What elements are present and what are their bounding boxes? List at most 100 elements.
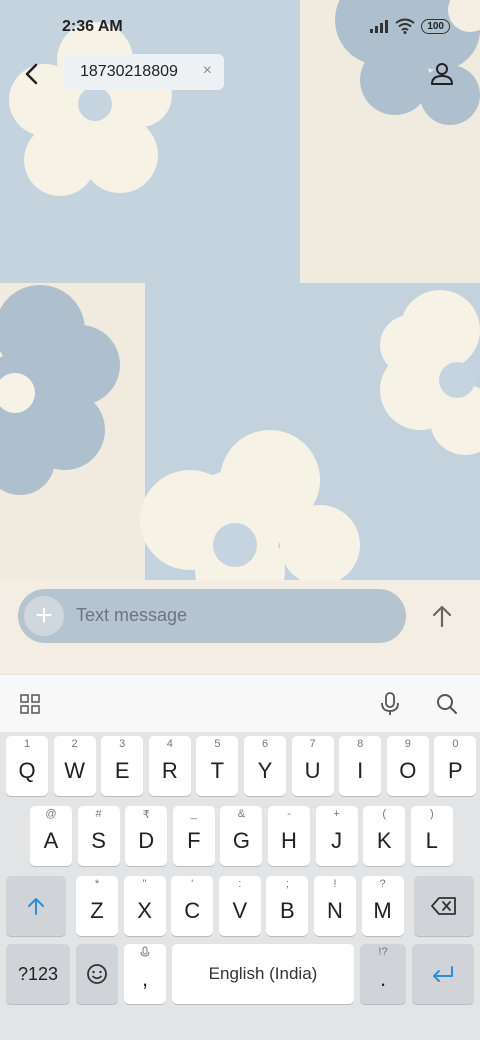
key-label: P xyxy=(448,758,463,783)
key-hint: ; xyxy=(285,878,289,890)
attach-button[interactable]: + xyxy=(24,596,64,636)
key-n[interactable]: ! N xyxy=(314,876,356,936)
symbols-key-label: ?123 xyxy=(17,963,59,984)
search-icon xyxy=(437,694,457,714)
space-key[interactable]: English (India) xyxy=(172,944,354,1004)
key-b[interactable]: ; B xyxy=(266,876,309,936)
compose-area: + Text message xyxy=(0,580,480,674)
key-v[interactable]: :V xyxy=(218,876,261,936)
plus-icon: + xyxy=(35,599,53,632)
key-hint: " xyxy=(142,878,147,890)
key-label: T xyxy=(210,758,225,783)
enter-key[interactable] xyxy=(412,944,474,1004)
backspace-key[interactable] xyxy=(414,876,474,936)
recipient-chip[interactable]: 18730218809 × xyxy=(64,54,224,90)
status-time: 2:36 AM xyxy=(62,18,123,35)
key-p[interactable]: 0P xyxy=(434,736,477,796)
battery-indicator: 100 xyxy=(421,18,450,34)
key-hint: # xyxy=(95,808,102,820)
key-hint: - xyxy=(287,808,291,820)
key-label: X xyxy=(137,898,152,923)
key-d[interactable]: ₹ D xyxy=(125,806,168,866)
status-icons: 100 xyxy=(369,18,450,34)
key-hint: & xyxy=(237,808,246,820)
message-input[interactable]: + Text message xyxy=(18,589,406,643)
key-u[interactable]: 7U xyxy=(291,736,334,796)
wifi-icon xyxy=(395,18,415,34)
key-k[interactable]: (K xyxy=(363,806,406,866)
key-label: V xyxy=(232,898,248,923)
keyboard: ?123 , English (India) !? . 1Q2W3E4R5T6Y… xyxy=(0,732,480,1040)
key-hint: _ xyxy=(190,808,197,820)
remove-recipient-icon[interactable]: × xyxy=(203,62,212,80)
space-key-label: English (India) xyxy=(208,964,318,983)
key-label: O xyxy=(399,758,417,783)
key-o[interactable]: 9O xyxy=(386,736,429,796)
key-label: E xyxy=(114,758,130,783)
key-label: R xyxy=(161,758,178,783)
key-hint: 9 xyxy=(404,738,411,750)
key-hint: 5 xyxy=(214,738,221,750)
symbols-key[interactable]: ?123 xyxy=(6,944,70,1004)
microphone-icon xyxy=(381,692,399,715)
key-label: B xyxy=(280,898,295,923)
key-hint: ₹ xyxy=(142,809,150,821)
key-t[interactable]: 5T xyxy=(196,736,239,796)
shift-key[interactable] xyxy=(6,876,66,936)
signal-icon xyxy=(370,20,389,33)
status-bar: 2:36 AM 100 xyxy=(0,0,480,52)
key-label: L xyxy=(425,828,438,853)
key-label: I xyxy=(357,758,364,783)
key-f[interactable]: _ F xyxy=(172,806,215,866)
key-w[interactable]: 2W xyxy=(53,736,96,796)
key-label: H xyxy=(281,828,297,853)
key-a[interactable]: @ A xyxy=(30,806,72,866)
key-label: J xyxy=(331,828,343,853)
key-h[interactable]: -H xyxy=(268,806,310,866)
chevron-left-icon xyxy=(25,63,38,85)
voice-input-button[interactable] xyxy=(375,689,405,719)
key-label: U xyxy=(304,758,321,783)
keyboard-search-button[interactable] xyxy=(432,689,462,719)
key-g[interactable]: & G xyxy=(220,806,263,866)
key-label: C xyxy=(184,898,201,923)
keyboard-menu-button[interactable] xyxy=(15,689,45,719)
keyboard-toolbar xyxy=(0,674,480,732)
key-j[interactable]: + J xyxy=(315,806,358,866)
key-hint: ' xyxy=(191,878,194,890)
key-i[interactable]: 8I xyxy=(339,736,382,796)
key-m[interactable]: ? M xyxy=(361,876,404,936)
key-e[interactable]: 3E xyxy=(101,736,144,796)
key-l[interactable]: ) L xyxy=(410,806,453,866)
key-s[interactable]: # S xyxy=(77,806,120,866)
key-x[interactable]: " X xyxy=(123,876,166,936)
person-icon xyxy=(431,63,453,85)
contact-button[interactable] xyxy=(424,56,460,92)
key-y[interactable]: 6Y xyxy=(244,736,286,796)
comma-key[interactable]: , xyxy=(124,944,166,1004)
recipient-number: 18730218809 xyxy=(80,63,178,80)
period-key[interactable]: !? . xyxy=(360,944,406,1004)
back-button[interactable] xyxy=(14,56,50,92)
emoji-key[interactable] xyxy=(76,944,118,1004)
period-key-label: . xyxy=(379,966,387,991)
key-hint: : xyxy=(238,878,242,890)
arrow-up-icon xyxy=(432,605,452,628)
key-q[interactable]: 1Q xyxy=(6,736,48,796)
send-button[interactable] xyxy=(424,598,460,634)
key-label: G xyxy=(232,828,250,853)
key-hint: * xyxy=(94,878,100,890)
key-c[interactable]: ' C xyxy=(171,876,214,936)
comma-key-label: , xyxy=(141,966,149,991)
key-r[interactable]: 4R xyxy=(148,736,191,796)
key-hint: ! xyxy=(333,878,337,890)
grid-icon xyxy=(20,694,40,714)
key-hint: ? xyxy=(379,878,386,890)
key-z[interactable]: * Z xyxy=(76,876,118,936)
message-placeholder: Text message xyxy=(76,605,188,625)
key-hint: 2 xyxy=(71,738,78,750)
key-hint: 7 xyxy=(309,738,316,750)
key-hint: + xyxy=(333,808,340,820)
key-label: S xyxy=(91,828,106,853)
key-label: A xyxy=(43,828,59,853)
